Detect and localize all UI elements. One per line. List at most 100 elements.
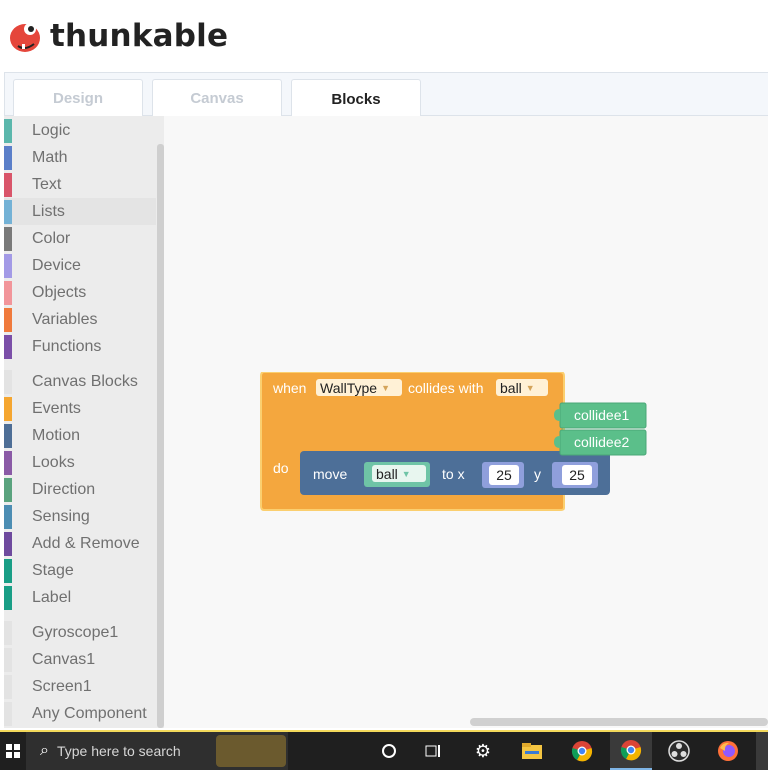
toolbox-item-color[interactable]: Color	[4, 225, 156, 252]
param-collidee2[interactable]: collidee2	[574, 434, 629, 450]
toolbox-item-canvas-blocks[interactable]: Canvas Blocks	[4, 368, 156, 395]
param-collidee1[interactable]: collidee1	[574, 407, 629, 423]
category-color-bar	[4, 226, 12, 251]
event-do-label: do	[273, 460, 289, 476]
category-color-bar	[4, 280, 12, 305]
toolbox-item-label: Functions	[32, 337, 102, 355]
toolbox-item-label: Screen1	[32, 677, 92, 695]
app-name[interactable]: thunkable	[50, 18, 228, 54]
chrome-active-icon[interactable]	[610, 732, 652, 770]
toolbox-item-events[interactable]: Events	[4, 395, 156, 422]
move-to-x-label: to x	[442, 466, 465, 482]
toolbox-item-label: Device	[32, 256, 81, 274]
toolbox-item-text[interactable]: Text	[4, 171, 156, 198]
event-sprite-value: WallType	[320, 379, 378, 396]
category-color-bar	[4, 674, 12, 699]
toolbox-item-label: Looks	[32, 453, 75, 471]
x-number-input[interactable]: 25	[489, 465, 519, 485]
obs-icon[interactable]	[660, 732, 698, 770]
category-color-bar	[4, 396, 12, 421]
event-when-label: when	[273, 380, 307, 396]
event-sprite-dropdown[interactable]: WallType ▼	[316, 379, 402, 396]
cortana-icon[interactable]	[372, 732, 406, 770]
event-target-dropdown[interactable]: ball ▼	[496, 379, 548, 396]
overflow-app-icon[interactable]	[756, 732, 768, 770]
category-color-bar	[4, 477, 12, 502]
category-color-bar	[4, 145, 12, 170]
search-highlight-image	[216, 735, 286, 767]
y-number-input[interactable]: 25	[562, 465, 592, 485]
toolbox-item-variables[interactable]: Variables	[4, 306, 156, 333]
move-label: move	[313, 466, 348, 482]
toolbox-item-label: Sensing	[32, 507, 90, 525]
dropdown-arrow-icon: ▼	[401, 468, 411, 479]
category-color-bar	[4, 504, 12, 529]
category-color-bar	[4, 199, 12, 224]
toolbox-item-sensing[interactable]: Sensing	[4, 503, 156, 530]
dropdown-arrow-icon: ▼	[381, 382, 390, 393]
category-color-bar	[4, 558, 12, 583]
toolbox-item-label: Objects	[32, 283, 87, 301]
toolbox-item-label: Gyroscope1	[32, 623, 119, 641]
toolbox-item-stage[interactable]: Stage	[4, 557, 156, 584]
search-icon: ⌕	[40, 742, 49, 759]
toolbox-item-math[interactable]: Math	[4, 144, 156, 171]
app-header: thunkable	[0, 0, 768, 72]
toolbox-item-canvas1[interactable]: Canvas1	[4, 646, 156, 673]
toolbox-item-logic[interactable]: Logic	[4, 117, 156, 144]
toolbox-item-label: Add & Remove	[32, 534, 140, 552]
toolbox-item-label: Variables	[32, 310, 98, 328]
toolbox-item-add-remove[interactable]: Add & Remove	[4, 530, 156, 557]
windows-start-icon[interactable]	[0, 732, 26, 770]
blocks-workspace[interactable]: Logic Math Text Lists Color Device Objec…	[4, 116, 768, 728]
thunkable-logo-icon[interactable]	[8, 20, 42, 54]
tab-blocks[interactable]: Blocks	[291, 79, 421, 118]
category-color-bar	[4, 307, 12, 332]
screen: thunkable Design Canvas Blocks Logic Mat…	[0, 0, 768, 770]
toolbox-item-motion[interactable]: Motion	[4, 422, 156, 449]
category-color-bar	[4, 647, 12, 672]
taskbar-search-box[interactable]: ⌕ Type here to search	[26, 732, 288, 770]
toolbox-item-label[interactable]: Label	[4, 584, 156, 611]
toolbox-item-label: Canvas Blocks	[32, 372, 138, 390]
task-view-icon[interactable]	[416, 732, 450, 770]
toolbox-item-label: Math	[32, 148, 68, 166]
toolbox-item-lists[interactable]: Lists	[4, 198, 156, 225]
toolbox-scrollbar[interactable]	[157, 144, 164, 728]
tab-design[interactable]: Design	[13, 79, 143, 117]
move-sprite-value: ball	[376, 465, 398, 482]
toolbox-item-label: Motion	[32, 426, 81, 444]
toolbox-item-looks[interactable]: Looks	[4, 449, 156, 476]
event-collides-label: collides with	[408, 380, 484, 396]
toolbox-item-gyroscope1[interactable]: Gyroscope1	[4, 619, 156, 646]
category-color-bar	[4, 585, 12, 610]
category-color-bar	[4, 118, 12, 143]
toolbox-item-screen1[interactable]: Screen1	[4, 673, 156, 700]
category-color-bar	[4, 423, 12, 448]
move-y-label: y	[534, 466, 541, 482]
toolbox-item-label: Stage	[32, 561, 74, 579]
category-color-bar	[4, 172, 12, 197]
toolbox-item-label: Canvas1	[32, 650, 96, 668]
file-explorer-icon[interactable]	[514, 732, 550, 770]
toolbox-item-direction[interactable]: Direction	[4, 476, 156, 503]
category-color-bar	[4, 701, 12, 726]
toolbox-item-label: Events	[32, 399, 81, 417]
toolbox-item-any-component[interactable]: Any Component	[4, 700, 156, 727]
category-color-bar	[4, 369, 12, 394]
firefox-icon[interactable]	[708, 732, 748, 770]
tab-canvas[interactable]: Canvas	[152, 79, 282, 117]
settings-gear-icon[interactable]: ⚙	[466, 732, 500, 770]
chrome-icon[interactable]	[562, 732, 602, 770]
toolbox-item-objects[interactable]: Objects	[4, 279, 156, 306]
windows-taskbar: ⌕ Type here to search ⚙	[0, 730, 768, 770]
toolbox-item-functions[interactable]: Functions	[4, 333, 156, 360]
toolbox-item-label: Any Component	[32, 704, 147, 722]
event-target-value: ball	[500, 379, 522, 396]
workspace-horizontal-scrollbar[interactable]	[470, 718, 768, 726]
toolbox-item-device[interactable]: Device	[4, 252, 156, 279]
dropdown-arrow-icon: ▼	[525, 382, 535, 393]
move-sprite-dropdown[interactable]: ball ▼	[372, 465, 426, 482]
toolbox-item-label: Color	[32, 229, 71, 247]
search-placeholder: Type here to search	[56, 743, 181, 759]
